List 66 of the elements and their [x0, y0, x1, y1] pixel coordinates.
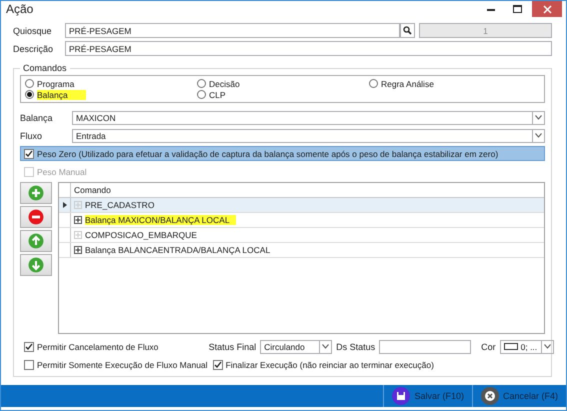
code-field: 1 [419, 23, 552, 38]
radio-label: CLP [209, 90, 226, 100]
radio-button[interactable] [197, 79, 206, 88]
dropdown[interactable]: MAXICON [72, 110, 545, 124]
group-title: Comandos [22, 63, 68, 73]
field-label: Ds Status [336, 342, 376, 352]
input-field[interactable]: PRÉ-PESAGEM [65, 41, 552, 56]
radio-button[interactable] [25, 90, 34, 99]
grid-cell: Balança BALANCAENTRADA/BALANÇA LOCAL [85, 245, 270, 255]
caret-icon [322, 344, 330, 349]
grid-row[interactable]: Balança MAXICON/BALANÇA LOCAL [59, 213, 544, 228]
color-swatch-icon [504, 343, 518, 350]
grid-cell: PRE_CADASTRO [85, 200, 154, 210]
maximize-icon [512, 5, 522, 13]
minus-icon [28, 209, 44, 225]
radio-button[interactable] [25, 79, 34, 88]
expand-icon[interactable] [74, 216, 82, 224]
caret-icon [544, 344, 551, 349]
input-field[interactable] [379, 340, 472, 354]
dropdown[interactable]: Entrada [72, 128, 545, 142]
grid-row[interactable]: PRE_CADASTRO [59, 198, 544, 213]
grid-row[interactable]: COMPOSICAO_EMBARQUE [59, 228, 544, 243]
radio-button[interactable] [369, 79, 378, 88]
close-icon [542, 4, 552, 14]
checkbox-label: Peso Zero (Utilizado para efetuar a validação de captura da balança somente após o peso de balança estabilizar em zero) [37, 148, 498, 158]
column-header: Comando [73, 184, 112, 197]
remove-button[interactable] [20, 206, 52, 228]
color-dropdown[interactable]: 0; ... [500, 340, 554, 354]
window-title: Ação [6, 2, 34, 16]
field-label: Balança [20, 112, 54, 122]
plus-icon [28, 185, 44, 201]
grid-cell: COMPOSICAO_EMBARQUE [85, 230, 197, 240]
caret-icon [535, 133, 542, 138]
checkbox[interactable] [212, 360, 223, 370]
field-label: Cor [481, 342, 496, 352]
expand-icon[interactable] [74, 246, 82, 254]
checkbox-label: Finalizar Execução (não reinciar ao terminar execução) [226, 360, 434, 370]
row-pointer-icon [62, 202, 66, 208]
grid-cell: Balança MAXICON/BALANÇA LOCAL [85, 215, 236, 225]
radio-label: Balança [37, 90, 86, 100]
dropdown[interactable]: Circulando [260, 340, 332, 354]
checkbox[interactable] [24, 148, 34, 158]
radio-label: Decisão [209, 78, 240, 88]
field-label: Quiosque [13, 26, 53, 36]
checkbox-label: Peso Manual [37, 166, 87, 176]
radio-label: Regra Análise [381, 78, 434, 88]
close-icon [480, 387, 499, 405]
field-label: Fluxo [20, 130, 44, 140]
checkbox[interactable] [24, 342, 34, 352]
grid-row[interactable]: Balança BALANCAENTRADA/BALANÇA LOCAL [59, 243, 544, 258]
radio-label: Programa [37, 78, 74, 88]
move-down-button[interactable] [20, 254, 52, 276]
checkbox-label: Permitir Cancelamento de Fluxo [37, 342, 158, 352]
floppy-disk-icon [392, 387, 410, 405]
field-label: Descrição [13, 44, 54, 54]
caret-icon [535, 115, 542, 120]
input-field[interactable]: PRÉ-PESAGEM [65, 23, 400, 38]
radio-button[interactable] [197, 90, 206, 99]
minimize-icon [487, 8, 495, 10]
close-button[interactable] [532, 1, 562, 17]
add-button[interactable] [20, 182, 52, 204]
checkbox[interactable] [24, 360, 34, 370]
field-label: Status Final [208, 342, 256, 352]
move-up-button[interactable] [20, 230, 52, 252]
search-button[interactable] [400, 23, 415, 38]
checkbox-label: Permitir Somente Execução de Fluxo Manual [37, 360, 208, 370]
